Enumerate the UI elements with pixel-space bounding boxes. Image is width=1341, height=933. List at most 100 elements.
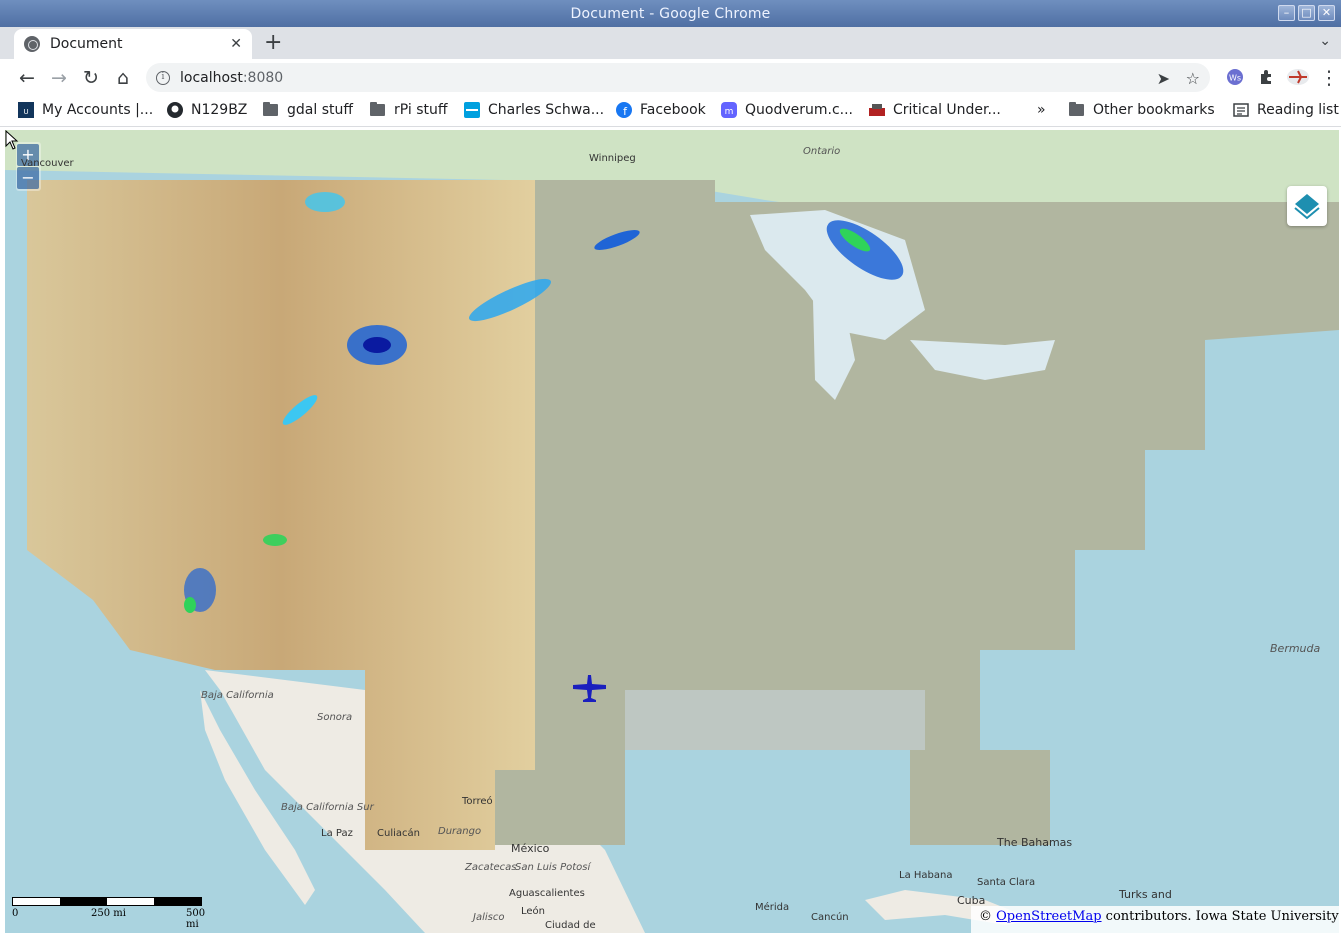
- bookmark-label: gdal stuff: [287, 102, 353, 118]
- bookmark-my-accounts[interactable]: U My Accounts |...: [18, 102, 153, 118]
- place-label: México: [511, 842, 550, 855]
- layer-switcher-button[interactable]: [1287, 186, 1327, 226]
- place-label: Torreó: [462, 796, 493, 807]
- layers-icon: [1294, 194, 1320, 220]
- mastodon-icon: m: [721, 102, 737, 118]
- bookmark-n129bz[interactable]: N129BZ: [167, 102, 247, 118]
- scale-bar-graphic: [12, 897, 202, 906]
- gulf-coast-chart: [625, 690, 925, 750]
- bookmark-gdal-stuff[interactable]: gdal stuff: [263, 102, 353, 118]
- globe-icon: [24, 36, 40, 52]
- extension-ws-icon[interactable]: Ws: [1226, 68, 1244, 86]
- bookmark-critical-under[interactable]: Critical Under...: [869, 102, 1001, 118]
- zoom-out-button[interactable]: −: [17, 167, 39, 189]
- place-label: Vancouver: [21, 158, 74, 169]
- map-attribution: © OpenStreetMap contributors. Iowa State…: [971, 906, 1339, 933]
- chrome-menu-button[interactable]: ⋮: [1318, 67, 1340, 89]
- github-icon: [167, 102, 183, 118]
- place-label: Ciudad de: [545, 920, 596, 931]
- place-label: Winnipeg: [589, 153, 636, 164]
- place-label: Bermuda: [1270, 642, 1321, 655]
- bookmark-label: Critical Under...: [893, 102, 1001, 118]
- window-controls: – □ ✕: [1278, 5, 1335, 21]
- bookmark-label: My Accounts |...: [42, 102, 154, 118]
- schwab-icon: [464, 102, 480, 118]
- site-icon: [869, 104, 885, 116]
- send-tab-icon[interactable]: ➤: [1157, 69, 1170, 88]
- reading-list-button[interactable]: Reading list: [1233, 102, 1339, 118]
- bookmark-rpi-stuff[interactable]: rPi stuff: [370, 102, 448, 118]
- profile-avatar-icon[interactable]: [1286, 68, 1310, 86]
- place-label: Sonora: [317, 712, 353, 723]
- bookmarks-overflow-button[interactable]: »: [1037, 102, 1046, 118]
- new-tab-button[interactable]: +: [264, 32, 282, 54]
- place-label: Baja California Sur: [281, 802, 374, 813]
- map-viewport[interactable]: + − Vancouver Winnipeg Ontario Bermuda B…: [5, 130, 1339, 933]
- reload-button[interactable]: ↻: [80, 67, 102, 89]
- address-bar[interactable]: i localhost:8080 ➤ ☆: [146, 63, 1210, 92]
- map-canvas[interactable]: [5, 130, 1339, 933]
- extensions-puzzle-icon[interactable]: [1257, 68, 1275, 86]
- reading-list-icon: [1233, 103, 1249, 117]
- svg-text:U: U: [23, 108, 28, 116]
- svg-text:m: m: [725, 107, 734, 117]
- tab-strip: Document ✕ + ⌄: [0, 27, 1341, 59]
- place-label: Jalisco: [473, 912, 505, 923]
- place-label: Ontario: [803, 146, 841, 157]
- place-label: Baja California: [201, 690, 274, 701]
- bookmark-facebook[interactable]: f Facebook: [616, 102, 706, 118]
- bookmarks-bar: U My Accounts |... N129BZ gdal stuff rPi…: [0, 96, 1341, 127]
- tab-search-button[interactable]: ⌄: [1319, 33, 1331, 49]
- openstreetmap-link[interactable]: OpenStreetMap: [996, 909, 1101, 924]
- scale-label-500: 500 mi: [186, 908, 206, 930]
- place-label: Cancún: [811, 912, 849, 923]
- place-label: La Paz: [321, 828, 353, 839]
- place-label: Zacatecas: [465, 862, 517, 873]
- bookmark-star-icon[interactable]: ☆: [1186, 69, 1200, 88]
- place-label: Durango: [438, 826, 482, 837]
- svg-text:Ws: Ws: [1229, 74, 1241, 83]
- place-label: Aguascalientes: [509, 888, 585, 899]
- place-label: San Luis Potosí: [515, 862, 591, 873]
- close-window-button[interactable]: ✕: [1318, 5, 1335, 21]
- site-info-icon[interactable]: i: [156, 70, 170, 85]
- home-button[interactable]: ⌂: [112, 67, 134, 89]
- scale-label-250: 250 mi: [91, 908, 126, 919]
- browser-toolbar: ← → ↻ ⌂ i localhost:8080 ➤ ☆ Ws ⋮: [0, 59, 1341, 96]
- url-text[interactable]: localhost:8080: [180, 70, 283, 86]
- bookmark-label: rPi stuff: [394, 102, 448, 118]
- facebook-icon: f: [616, 102, 632, 118]
- minimize-button[interactable]: –: [1278, 5, 1295, 21]
- place-label: Culiacán: [377, 828, 420, 839]
- bookmark-label: Facebook: [640, 102, 706, 118]
- window-title: Document - Google Chrome: [570, 5, 771, 22]
- scale-label-0: 0: [12, 908, 19, 919]
- browser-window: Document - Google Chrome – □ ✕ Document …: [0, 0, 1341, 933]
- place-label: León: [521, 906, 546, 917]
- back-button[interactable]: ←: [16, 67, 38, 89]
- bookmark-quodverum[interactable]: m Quodverum.c...: [721, 102, 853, 118]
- place-label: Turks and: [1119, 888, 1172, 901]
- tab-close-button[interactable]: ✕: [230, 36, 242, 52]
- bookmark-other-bookmarks[interactable]: Other bookmarks: [1069, 102, 1215, 118]
- maximize-button[interactable]: □: [1298, 5, 1315, 21]
- folder-icon: [1069, 102, 1084, 116]
- bookmark-charles-schwab[interactable]: Charles Schwa...: [464, 102, 604, 118]
- folder-icon: [370, 102, 385, 116]
- bookmark-label: Charles Schwa...: [488, 102, 605, 118]
- bookmark-label: N129BZ: [191, 102, 248, 118]
- tab-title: Document: [50, 36, 123, 52]
- scale-bar: 0 250 mi 500 mi: [12, 897, 205, 930]
- mouse-cursor-icon: [5, 130, 19, 150]
- tab-document[interactable]: Document ✕: [14, 29, 252, 59]
- bookmark-label: Reading list: [1257, 102, 1339, 118]
- usaa-icon: U: [18, 102, 34, 118]
- place-label: La Habana: [899, 870, 953, 881]
- title-bar: Document - Google Chrome – □ ✕: [0, 0, 1341, 27]
- place-label: The Bahamas: [997, 836, 1073, 849]
- place-label: Mérida: [755, 902, 790, 913]
- bookmark-label: Other bookmarks: [1093, 102, 1215, 118]
- bookmark-label: Quodverum.c...: [745, 102, 854, 118]
- forward-button[interactable]: →: [48, 67, 70, 89]
- place-label: Santa Clara: [977, 877, 1036, 888]
